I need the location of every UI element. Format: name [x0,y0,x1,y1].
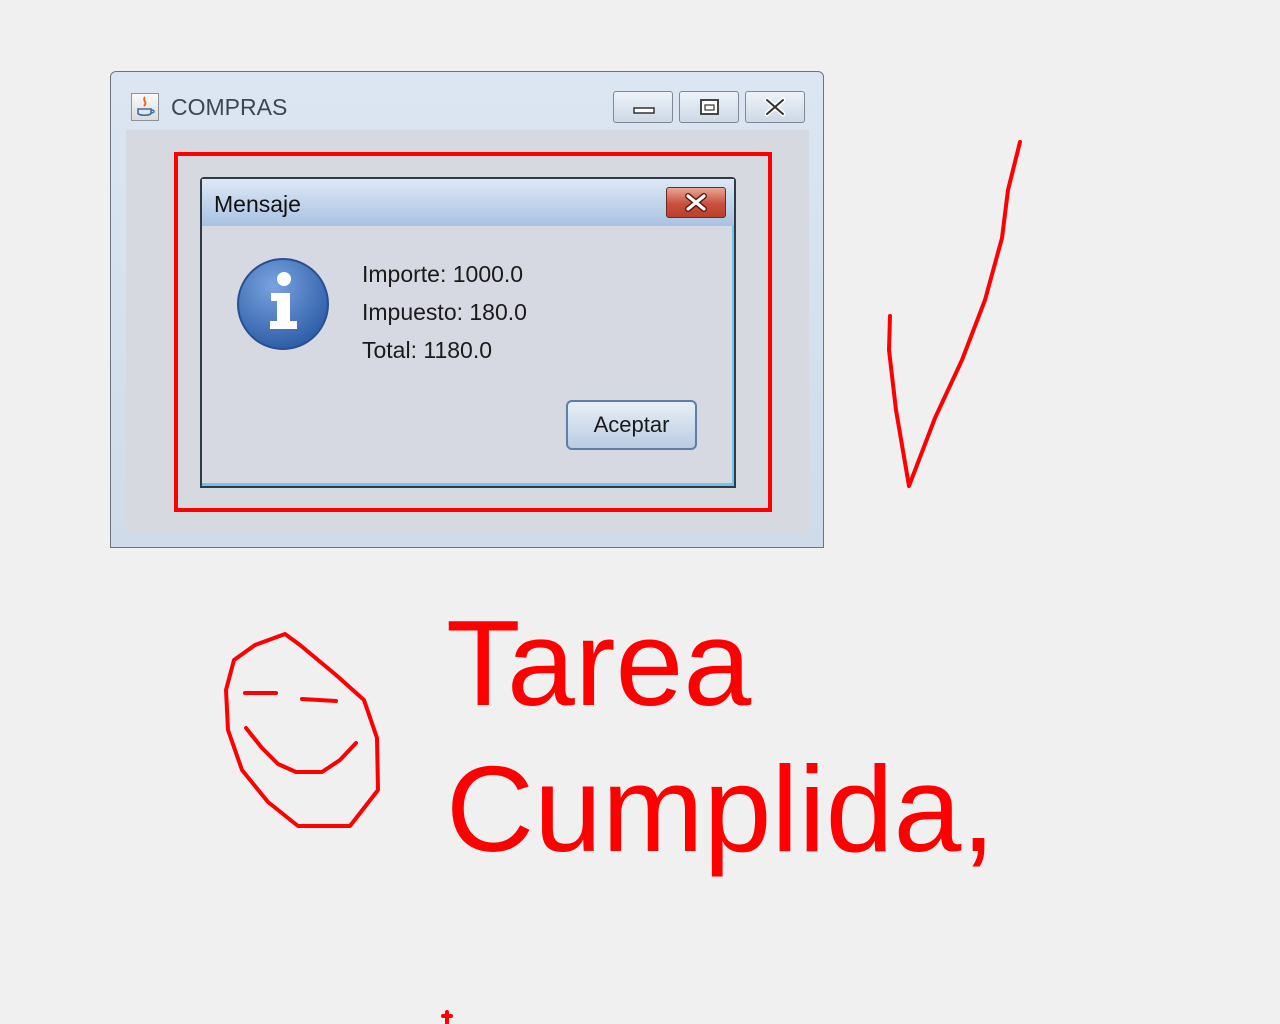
checkmark-doodle [887,140,1022,488]
annotation-text-line1: Tarea [446,595,752,731]
annotation-text-line2: Cumplida, [446,741,996,877]
stray-mark-doodle [441,1010,453,1024]
smiley-face-doodle [224,632,380,828]
